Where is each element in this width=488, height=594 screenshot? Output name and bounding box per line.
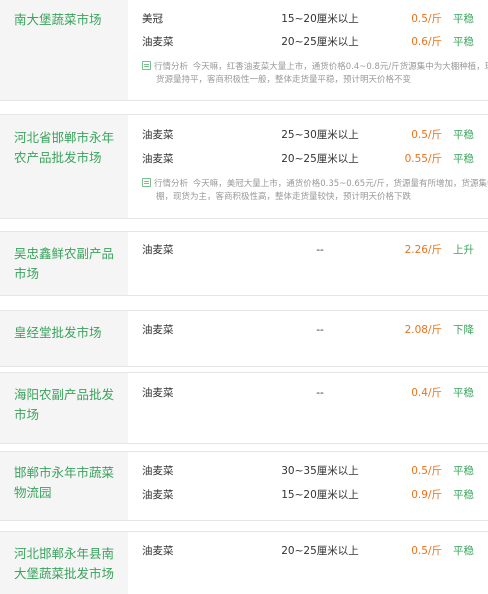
variety: 油麦菜 xyxy=(142,465,174,477)
spec: 30~35厘米以上 xyxy=(281,465,359,477)
variety: 美冠 xyxy=(142,13,163,25)
market-name-link[interactable]: 皇经堂批发市场 xyxy=(14,323,122,343)
price-row: 油麦菜 30~35厘米以上 0.5/斤 平稳 xyxy=(128,460,488,482)
analysis-text: 棚，现货为主，客商积极性高，整体走货量较快，预计明天价格下跌 xyxy=(156,192,412,202)
market-block: 南大堡蔬菜市场 美冠 15~20厘米以上 0.5/斤 平稳 油麦菜 20~25厘… xyxy=(0,0,488,101)
price: 0.5/斤 xyxy=(411,129,442,141)
price-row: 油麦菜 20~25厘米以上 0.55/斤 平稳 xyxy=(128,148,488,170)
spec: -- xyxy=(316,324,324,336)
price-row: 油麦菜 -- 2.08/斤 下降 xyxy=(128,319,488,341)
spec: -- xyxy=(316,244,324,256)
market-name-cell: 皇经堂批发市场 xyxy=(0,311,128,366)
trend: 平稳 xyxy=(453,129,474,141)
market-name-cell: 海阳农副产品批发市场 xyxy=(0,373,128,443)
trend: 平稳 xyxy=(453,153,474,165)
trend: 下降 xyxy=(453,324,474,336)
market-block: 河北邯郸永年县南大堡蔬菜批发市场 油麦菜 20~25厘米以上 0.5/斤 平稳 xyxy=(0,531,488,594)
market-name-link[interactable]: 河北邯郸永年县南大堡蔬菜批发市场 xyxy=(14,544,122,584)
variety: 油麦菜 xyxy=(142,489,174,501)
analysis-doc-icon xyxy=(142,178,151,187)
analysis-text: 今天嘛，美冠大量上市，通货价格0.35~0.65元/斤，货源量有所增加，货源集中 xyxy=(192,179,488,189)
analysis-label: 行情分析 xyxy=(154,179,189,189)
market-block: 河北省邯郸市永年农产品批发市场 油麦菜 25~30厘米以上 0.5/斤 平稳 油… xyxy=(0,114,488,219)
spec: 25~30厘米以上 xyxy=(281,129,359,141)
market-block: 邯郸市永年市蔬菜物流园 油麦菜 30~35厘米以上 0.5/斤 平稳 油麦菜 1… xyxy=(0,451,488,521)
market-analysis: 行情分析 今天嘛，美冠大量上市，通货价格0.35~0.65元/斤，货源量有所增加… xyxy=(142,178,488,204)
spec: 20~25厘米以上 xyxy=(281,36,359,48)
trend: 平稳 xyxy=(453,36,474,48)
price: 0.6/斤 xyxy=(411,36,442,48)
variety: 油麦菜 xyxy=(142,129,174,141)
analysis-label: 行情分析 xyxy=(154,62,189,72)
variety: 油麦菜 xyxy=(142,387,174,399)
variety: 油麦菜 xyxy=(142,545,174,557)
price: 0.5/斤 xyxy=(411,13,442,25)
market-name-link[interactable]: 南大堡蔬菜市场 xyxy=(14,10,122,30)
analysis-line-1: 行情分析 今天嘛，红香油麦菜大量上市，通货价格0.4~0.8元/斤货源集中为大棚… xyxy=(142,61,488,74)
spec: -- xyxy=(316,387,324,399)
trend: 平稳 xyxy=(453,545,474,557)
variety: 油麦菜 xyxy=(142,36,174,48)
market-name-link[interactable]: 吴忠鑫鲜农副产品市场 xyxy=(14,244,122,284)
price: 2.26/斤 xyxy=(404,244,442,256)
trend: 平稳 xyxy=(453,465,474,477)
price-row: 油麦菜 15~20厘米以上 0.9/斤 平稳 xyxy=(128,484,488,506)
market-name-link[interactable]: 河北省邯郸市永年农产品批发市场 xyxy=(14,128,122,168)
spec: 20~25厘米以上 xyxy=(281,153,359,165)
market-name-cell: 邯郸市永年市蔬菜物流园 xyxy=(0,452,128,520)
trend: 平稳 xyxy=(453,387,474,399)
variety: 油麦菜 xyxy=(142,244,174,256)
market-name-cell: 南大堡蔬菜市场 xyxy=(0,0,128,100)
analysis-text: 货源量持平，客商积极性一般，整体走货量平稳，预计明天价格不变 xyxy=(156,75,412,85)
price-row: 美冠 15~20厘米以上 0.5/斤 平稳 xyxy=(128,8,488,30)
analysis-text: 今天嘛，红香油麦菜大量上市，通货价格0.4~0.8元/斤货源集中为大棚种植，现 xyxy=(192,62,488,72)
price: 2.08/斤 xyxy=(404,324,442,336)
price: 0.5/斤 xyxy=(411,545,442,557)
spec: 15~20厘米以上 xyxy=(281,489,359,501)
analysis-line-1: 行情分析 今天嘛，美冠大量上市，通货价格0.35~0.65元/斤，货源量有所增加… xyxy=(142,178,488,191)
market-block: 吴忠鑫鲜农副产品市场 油麦菜 -- 2.26/斤 上升 xyxy=(0,231,488,296)
price: 0.55/斤 xyxy=(404,153,442,165)
market-name-link[interactable]: 海阳农副产品批发市场 xyxy=(14,385,122,425)
market-block: 海阳农副产品批发市场 油麦菜 -- 0.4/斤 平稳 xyxy=(0,372,488,444)
market-block: 皇经堂批发市场 油麦菜 -- 2.08/斤 下降 xyxy=(0,310,488,367)
trend: 上升 xyxy=(453,244,474,256)
market-price-list: 南大堡蔬菜市场 美冠 15~20厘米以上 0.5/斤 平稳 油麦菜 20~25厘… xyxy=(0,0,488,594)
trend: 平稳 xyxy=(453,489,474,501)
market-name-link[interactable]: 邯郸市永年市蔬菜物流园 xyxy=(14,463,122,503)
market-analysis: 行情分析 今天嘛，红香油麦菜大量上市，通货价格0.4~0.8元/斤货源集中为大棚… xyxy=(142,61,488,87)
trend: 平稳 xyxy=(453,13,474,25)
price-row: 油麦菜 20~25厘米以上 0.5/斤 平稳 xyxy=(128,540,488,562)
market-name-cell: 吴忠鑫鲜农副产品市场 xyxy=(0,232,128,295)
price-row: 油麦菜 20~25厘米以上 0.6/斤 平稳 xyxy=(128,31,488,53)
market-name-cell: 河北省邯郸市永年农产品批发市场 xyxy=(0,115,128,218)
price-row: 油麦菜 25~30厘米以上 0.5/斤 平稳 xyxy=(128,124,488,146)
market-name-cell: 河北邯郸永年县南大堡蔬菜批发市场 xyxy=(0,532,128,594)
analysis-doc-icon xyxy=(142,61,151,70)
price: 0.4/斤 xyxy=(411,387,442,399)
price: 0.9/斤 xyxy=(411,489,442,501)
variety: 油麦菜 xyxy=(142,153,174,165)
spec: 20~25厘米以上 xyxy=(281,545,359,557)
variety: 油麦菜 xyxy=(142,324,174,336)
price-row: 油麦菜 -- 2.26/斤 上升 xyxy=(128,239,488,261)
spec: 15~20厘米以上 xyxy=(281,13,359,25)
price-row: 油麦菜 -- 0.4/斤 平稳 xyxy=(128,382,488,404)
price: 0.5/斤 xyxy=(411,465,442,477)
